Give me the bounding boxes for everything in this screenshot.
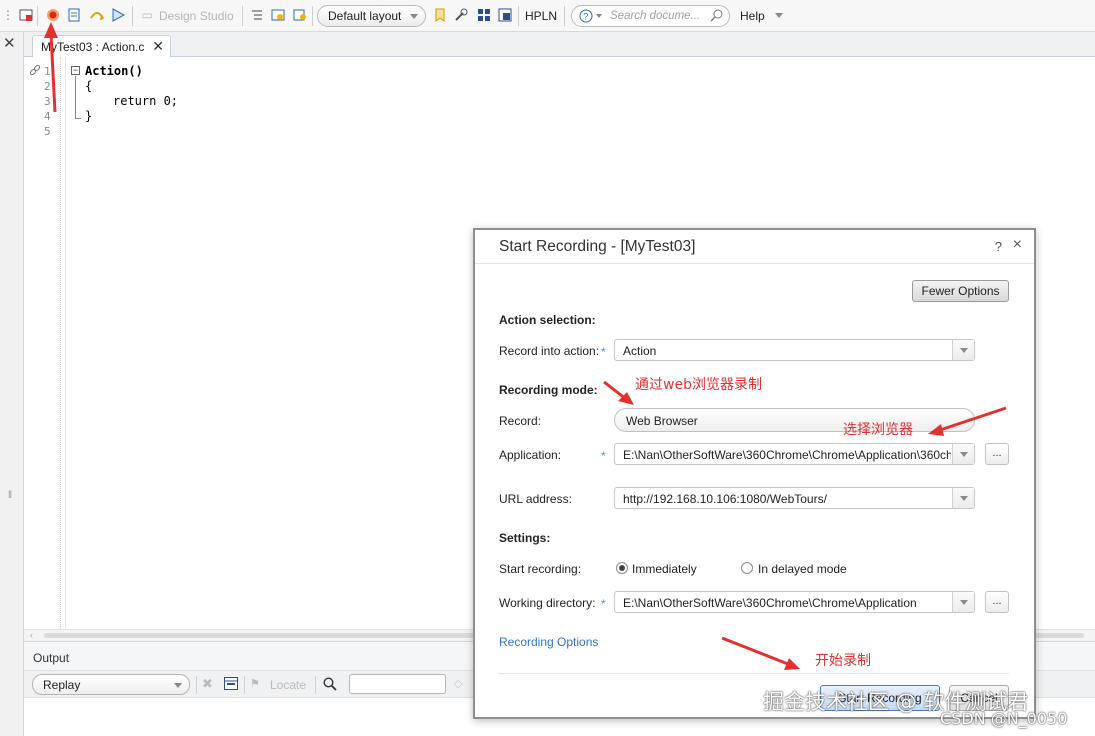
watermark-sub: CSDN @N_0050 (940, 709, 1068, 728)
annotation-arrow (721, 636, 789, 666)
annotation-arrow (939, 406, 1007, 432)
annotation-select-browser: 选择浏览器 (843, 422, 913, 438)
annotation-arrows (44, 22, 1007, 670)
app-window: ⋮ ▭ Design Studio Default layout HPLN ? … (0, 0, 1095, 736)
annotation-start-recording: 开始录制 (815, 653, 871, 669)
annotation-arrow (49, 33, 57, 113)
annotation-arrowhead (928, 424, 944, 436)
annotation-web-browser: 通过web浏览器录制 (635, 377, 762, 393)
annotation-arrowhead (44, 22, 58, 38)
